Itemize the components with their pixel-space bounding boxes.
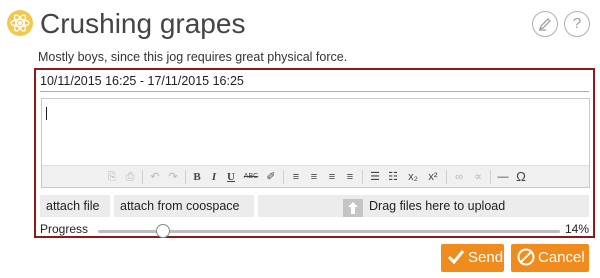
editor-toolbar: ⎘ ⎙ ↶ ↷ B I U ABC ✐ ≡ ≡ ≡ ≡ ☰ ☷ x₂ x² ∞ … xyxy=(42,165,589,187)
special-char-icon[interactable]: Ω xyxy=(513,169,529,185)
progress-slider-handle[interactable] xyxy=(155,224,170,238)
atom-icon xyxy=(7,10,33,36)
dropzone-label: Drag files here to upload xyxy=(369,199,506,213)
rich-text-editor[interactable]: ⎘ ⎙ ↶ ↷ B I U ABC ✐ ≡ ≡ ≡ ≡ ☰ ☷ x₂ x² ∞ … xyxy=(41,98,590,188)
no-entry-icon xyxy=(517,248,535,266)
italic-icon[interactable]: I xyxy=(207,169,221,185)
task-panel: 10/11/2015 16:25 - 17/11/2015 16:25 ⎘ ⎙ … xyxy=(34,68,595,238)
strikethrough-icon[interactable]: ABC xyxy=(241,169,261,185)
toolbar-separator xyxy=(490,170,491,184)
date-range[interactable]: 10/11/2015 16:25 - 17/11/2015 16:25 xyxy=(40,74,589,92)
progress-value: 14% xyxy=(564,222,589,236)
toolbar-separator xyxy=(142,170,143,184)
unlink-icon[interactable]: ∝ xyxy=(470,169,486,185)
header: Crushing grapes ? xyxy=(6,5,594,43)
task-description: Mostly boys, since this jog requires gre… xyxy=(38,50,348,64)
horizontal-rule-icon[interactable]: — xyxy=(495,169,511,185)
link-icon[interactable]: ∞ xyxy=(451,169,467,185)
eraser-icon[interactable]: ✐ xyxy=(263,169,279,185)
align-right-icon[interactable]: ≡ xyxy=(324,169,340,185)
toolbar-separator xyxy=(362,170,363,184)
underline-icon[interactable]: U xyxy=(224,169,238,185)
attach-file-button[interactable]: attach file xyxy=(40,195,110,217)
editor-text-area[interactable] xyxy=(42,99,589,165)
align-left-icon[interactable]: ≡ xyxy=(288,169,304,185)
cancel-button[interactable]: Cancel xyxy=(511,244,589,272)
bold-icon[interactable]: B xyxy=(190,169,204,185)
text-caret xyxy=(46,107,47,120)
progress-label: Progress xyxy=(40,222,89,236)
upload-arrow-icon xyxy=(343,199,363,217)
toolbar-separator xyxy=(283,170,284,184)
pen-icon xyxy=(539,18,551,31)
edit-button[interactable] xyxy=(532,11,558,37)
checkmark-icon xyxy=(447,250,465,265)
undo-icon[interactable]: ↶ xyxy=(147,169,163,185)
align-center-icon[interactable]: ≡ xyxy=(306,169,322,185)
cancel-label: Cancel xyxy=(538,249,585,267)
send-label: Send xyxy=(468,249,504,267)
attach-from-coospace-button[interactable]: attach from coospace xyxy=(114,195,254,217)
bulleted-list-icon[interactable]: ☰ xyxy=(367,169,383,185)
toolbar-separator xyxy=(446,170,447,184)
page-title: Crushing grapes xyxy=(40,8,246,39)
numbered-list-icon[interactable]: ☷ xyxy=(385,169,401,185)
subscript-icon[interactable]: x₂ xyxy=(404,169,422,185)
redo-icon[interactable]: ↷ xyxy=(165,169,181,185)
paste-text-icon[interactable]: ⎙ xyxy=(122,169,138,185)
align-justify-icon[interactable]: ≡ xyxy=(342,169,358,185)
file-dropzone[interactable]: Drag files here to upload xyxy=(258,195,589,217)
toolbar-separator xyxy=(185,170,186,184)
send-button[interactable]: Send xyxy=(441,244,504,272)
superscript-icon[interactable]: x² xyxy=(424,169,442,185)
paste-icon[interactable]: ⎘ xyxy=(104,169,120,185)
help-button[interactable]: ? xyxy=(564,11,590,37)
